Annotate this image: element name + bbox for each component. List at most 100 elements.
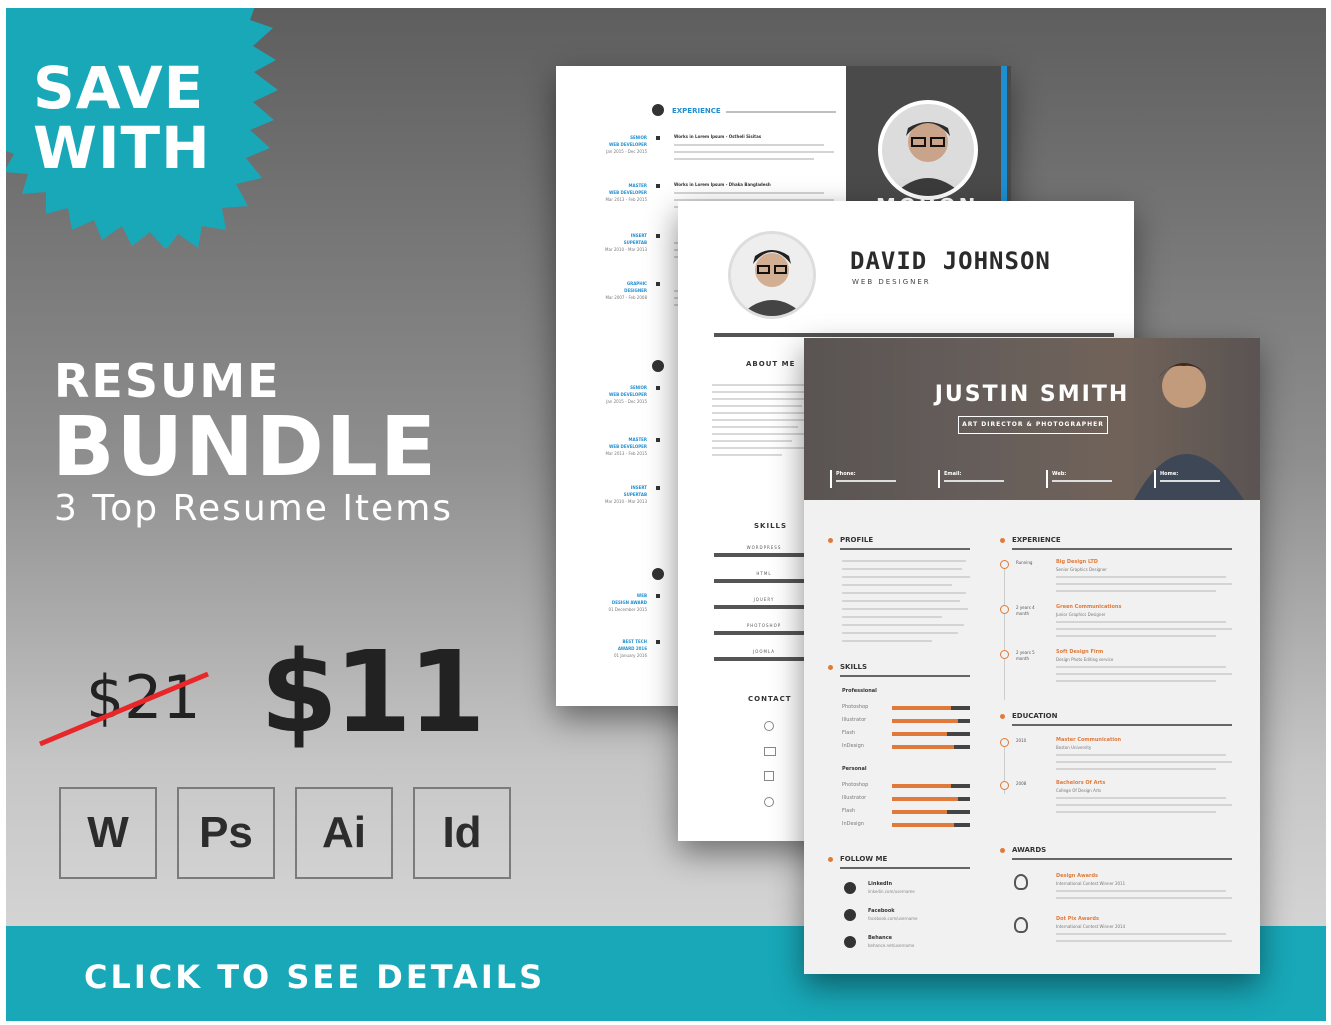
skill-label: HTML — [756, 571, 772, 576]
skill-name: Photoshop — [842, 704, 869, 710]
text-line — [842, 600, 960, 602]
bullet — [656, 386, 660, 390]
bullet — [656, 282, 660, 286]
software-icons: W Ps Ai Id — [59, 787, 511, 879]
skill-name: Photoshop — [842, 782, 869, 788]
field-divider — [1154, 470, 1156, 488]
text-line — [1056, 940, 1232, 942]
resume3-title: ART DIRECTOR & PHOTOGRAPHER — [958, 416, 1108, 434]
text-line — [674, 158, 814, 160]
text-line — [842, 568, 962, 570]
resume1-job-line: SENIOR — [630, 135, 647, 140]
text-line — [1056, 761, 1232, 763]
resume1-job-line: Jan 2015 - Dec 2015 — [606, 399, 647, 404]
exp-role: Junior Graphics Designer — [1056, 612, 1106, 617]
text-line — [674, 192, 824, 194]
timeline-dot — [1000, 738, 1009, 747]
skills-personal-label: Personal — [842, 766, 867, 772]
social-handle: facebook.com/username — [868, 916, 918, 921]
resume1-job-line: WEB — [636, 593, 647, 598]
award-desc: International Contest Winner 2011 — [1056, 881, 1126, 886]
resume1-job-line: WEB DEVELOPER — [608, 190, 647, 195]
text-line — [1056, 768, 1216, 770]
skill-fill — [892, 745, 954, 749]
resume1-job-line: WEB DEVELOPER — [608, 444, 647, 449]
award-icon — [652, 568, 664, 580]
bullet — [828, 665, 833, 670]
text-line — [842, 608, 968, 610]
bullet — [656, 486, 660, 490]
field-label: Email: — [944, 471, 962, 477]
text-line — [1056, 804, 1232, 806]
resume1-job-line: GRAPHIC — [626, 281, 647, 286]
globe-icon — [764, 797, 774, 807]
text-line — [1056, 933, 1226, 935]
bullet — [828, 857, 833, 862]
resume3-awards-heading: AWARDS — [1012, 846, 1047, 854]
text-line — [674, 144, 824, 146]
skill-label: JQUERY — [753, 597, 775, 602]
behance-icon — [844, 936, 856, 948]
text-line — [1056, 811, 1216, 813]
field-divider — [1046, 470, 1048, 488]
resume3-name: JUSTIN SMITH — [934, 382, 1130, 407]
timeline-dot — [1000, 781, 1009, 790]
exp-company: Big Design LTD — [1056, 559, 1098, 565]
resume3-experience-heading: EXPERIENCE — [1012, 536, 1061, 544]
skill-fill — [892, 784, 951, 788]
text-line — [1056, 797, 1226, 799]
resume1-section-experience: EXPERIENCE — [672, 107, 721, 115]
field-divider — [938, 470, 940, 488]
new-price: $11 — [260, 628, 486, 758]
award-name: Design Awards — [1056, 873, 1098, 879]
badge-line-1: SAVE — [33, 54, 205, 122]
text-line — [1056, 890, 1226, 892]
text-line — [1056, 897, 1232, 899]
edu-year: 2008 — [1016, 781, 1027, 786]
resume2-contact-heading: CONTACT — [748, 695, 792, 703]
photoshop-icon: Ps — [177, 787, 275, 879]
resume-preview-3: JUSTIN SMITH ART DIRECTOR & PHOTOGRAPHER… — [804, 338, 1260, 974]
timeline-dot — [1000, 605, 1009, 614]
text-line — [1056, 673, 1232, 675]
resume1-job-line: 01 December 2015 — [608, 607, 647, 612]
skill-fill — [892, 823, 954, 827]
skill-fill — [892, 706, 951, 710]
bullet — [828, 538, 833, 543]
text-line — [1056, 621, 1226, 623]
section-icon — [652, 360, 664, 372]
resume2-about-heading: ABOUT ME — [746, 360, 796, 368]
divider — [726, 111, 836, 113]
timeline-dot — [1000, 650, 1009, 659]
facebook-icon — [844, 909, 856, 921]
location-icon — [764, 721, 774, 731]
resume1-job-line: Mar 2010 - Mar 2013 — [605, 247, 647, 252]
resume1-job-line: Mar 2007 - Feb 2008 — [605, 295, 647, 300]
illustrator-icon: Ai — [295, 787, 393, 879]
resume1-avatar — [878, 100, 978, 200]
skill-fill — [892, 719, 958, 723]
text-line — [842, 624, 964, 626]
skill-fill — [892, 732, 947, 736]
indesign-icon: Id — [413, 787, 511, 879]
divider — [1012, 548, 1232, 550]
skill-bar-track — [714, 579, 814, 583]
badge-line-2: WITH — [33, 114, 211, 182]
resume1-job-line: WEB DEVELOPER — [608, 392, 647, 397]
skill-fill — [892, 810, 947, 814]
resume3-header: JUSTIN SMITH ART DIRECTOR & PHOTOGRAPHER… — [804, 338, 1260, 500]
field-divider — [830, 470, 832, 488]
banner[interactable]: SAVE WITH RESUME BUNDLE 3 Top Resume Ite… — [6, 8, 1326, 1021]
resume1-job-line: Mar 2010 - Mar 2013 — [605, 499, 647, 504]
skill-name: InDesign — [842, 743, 864, 749]
text-line — [1056, 590, 1216, 592]
divider — [1012, 858, 1232, 860]
field-label: Web: — [1052, 471, 1067, 477]
exp-period: 2 years 5 month — [1016, 650, 1035, 661]
text-line — [1056, 576, 1226, 578]
text-line — [1056, 583, 1232, 585]
cta-button-label[interactable]: CLICK TO SEE DETAILS — [84, 958, 545, 996]
skill-bar-track — [714, 631, 814, 635]
headline-subtitle: 3 Top Resume Items — [54, 488, 454, 529]
resume1-job-line: Mar 2013 - Feb 2015 — [605, 451, 647, 456]
